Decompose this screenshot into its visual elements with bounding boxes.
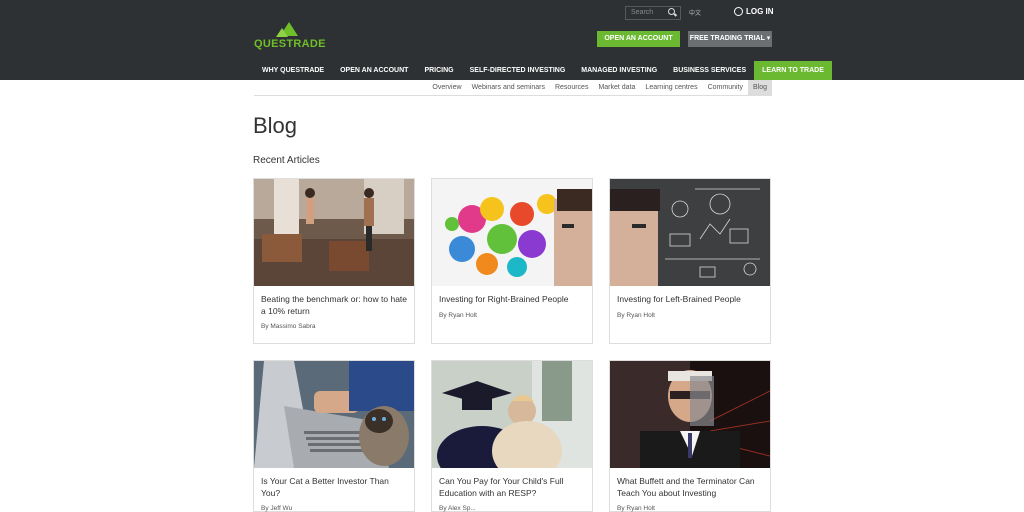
chevron-down-icon: ▾ (766, 35, 771, 42)
sub-nav: Overview Webinars and seminars Resources Ma… (254, 80, 772, 96)
article-author: By Alex Sp... (439, 505, 476, 512)
article-card[interactable]: Investing for Left-Brained People By Rya… (609, 178, 771, 344)
subnav-item-learning-centres[interactable]: Learning centres (640, 80, 702, 95)
nav-item-open-an-account[interactable]: OPEN AN ACCOUNT (332, 61, 416, 80)
article-title[interactable]: Investing for Left-Brained People (610, 286, 770, 306)
main-nav: WHY QUESTRADE OPEN AN ACCOUNT PRICING SELF-… (254, 61, 832, 80)
article-title[interactable]: Can You Pay for Your Child's Full Educat… (432, 468, 592, 499)
subnav-item-resources[interactable]: Resources (550, 80, 593, 95)
paint-splash-head-photo[interactable] (432, 179, 592, 286)
page-title: Blog (253, 113, 298, 138)
subnav-item-blog[interactable]: Blog (747, 80, 772, 95)
language-link[interactable]: 中文 (689, 8, 701, 17)
free-trial-button[interactable]: FREE TRADING TRIAL ▾ (688, 31, 772, 47)
subnav-item-overview[interactable]: Overview (427, 80, 466, 95)
article-card[interactable]: Can You Pay for Your Child's Full Educat… (431, 360, 593, 512)
article-card[interactable]: Investing for Right-Brained People By Ry… (431, 178, 593, 344)
search-icon[interactable] (668, 8, 675, 15)
gym-photo[interactable] (254, 179, 414, 286)
article-title[interactable]: Investing for Right-Brained People (432, 286, 592, 306)
article-author: By Jeff Wu (261, 505, 293, 512)
nav-item-learn-to-trade[interactable]: LEARN TO TRADE (754, 61, 832, 80)
article-title[interactable]: Is Your Cat a Better Investor Than You? (254, 468, 414, 499)
login-link[interactable]: LOG IN (734, 7, 774, 16)
article-card[interactable]: Is Your Cat a Better Investor Than You? … (253, 360, 415, 512)
site-header: QUESTRADE Search 中文 LOG IN OPEN AN ACCOU… (0, 0, 1024, 80)
article-card[interactable]: What Buffett and the Terminator Can Teac… (609, 360, 771, 512)
article-author: By Ryan Holt (439, 311, 477, 319)
article-title[interactable]: Beating the benchmark or: how to hate a … (254, 286, 414, 317)
nav-item-why-questrade[interactable]: WHY QUESTRADE (254, 61, 332, 80)
buffett-terminator-photo[interactable] (610, 361, 770, 468)
user-icon (734, 7, 743, 16)
subnav-item-market-data[interactable]: Market data (593, 80, 640, 95)
chalkboard-head-photo[interactable] (610, 179, 770, 286)
article-author: By Massimo Sabra (261, 323, 316, 330)
article-author: By Ryan Holt (617, 311, 655, 319)
article-card[interactable]: Beating the benchmark or: how to hate a … (253, 178, 415, 344)
login-label: LOG IN (746, 7, 774, 16)
logo-mark-accent (276, 28, 288, 37)
subnav-item-community[interactable]: Community (703, 80, 748, 95)
nav-item-pricing[interactable]: PRICING (416, 61, 461, 80)
nav-item-business-services[interactable]: BUSINESS SERVICES (665, 61, 754, 80)
cat-laptop-photo[interactable] (254, 361, 414, 468)
open-account-button[interactable]: OPEN AN ACCOUNT (597, 31, 680, 47)
article-title[interactable]: What Buffett and the Terminator Can Teac… (610, 468, 770, 499)
section-heading: Recent Articles (253, 155, 320, 166)
free-trial-label: FREE TRADING TRIAL (689, 35, 765, 42)
subnav-item-webinars-and-seminars[interactable]: Webinars and seminars (467, 80, 550, 95)
nav-item-self-directed-investing[interactable]: SELF-DIRECTED INVESTING (462, 61, 574, 80)
nav-item-managed-investing[interactable]: MANAGED INVESTING (573, 61, 665, 80)
article-author: By Ryan Holt (617, 505, 655, 512)
graduation-hug-photo[interactable] (432, 361, 592, 468)
brand-name: QUESTRADE (254, 38, 326, 50)
